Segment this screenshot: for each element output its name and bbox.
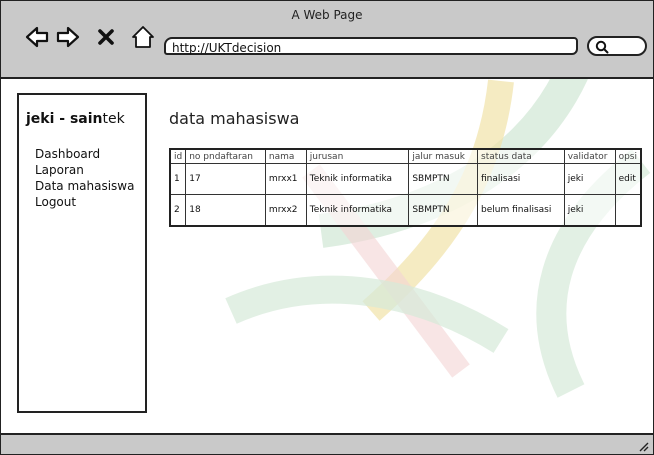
address-bar[interactable]: http://UKTdecision — [164, 37, 578, 55]
column-header: status data — [477, 148, 565, 164]
cell-validator: jeki — [563, 194, 616, 226]
browser-window: A Web Page http://UKTdecision jeki - sai… — [0, 0, 654, 455]
column-header: id — [169, 148, 187, 164]
column-header: no pndaftaran — [185, 148, 266, 164]
column-header: jurusan — [305, 148, 410, 164]
home-icon[interactable] — [131, 25, 155, 49]
column-header: opsi — [614, 148, 642, 164]
sidebar-item-logout[interactable]: Logout — [35, 194, 134, 210]
cell-validator: jeki — [563, 163, 616, 195]
table-header-row: id no pndaftaran nama jurusan jalur masu… — [169, 148, 642, 164]
sidebar-item-data-mahasiswa[interactable]: Data mahasiswa — [35, 178, 134, 194]
cell-jalur-masuk: SBMPTN — [408, 163, 478, 195]
page-title: data mahasiswa — [169, 109, 300, 128]
arrow-right-icon[interactable] — [56, 25, 80, 49]
cell-opsi — [614, 194, 642, 226]
sidebar-brand: jeki - saintek — [26, 111, 125, 127]
search-icon — [595, 40, 609, 54]
column-header: validator — [563, 148, 616, 164]
sidebar: jeki - saintek Dashboard Laporan Data ma… — [17, 93, 147, 413]
arrow-left-icon[interactable] — [25, 25, 49, 49]
column-header: nama — [264, 148, 307, 164]
status-bar — [1, 433, 653, 454]
window-title: A Web Page — [291, 8, 363, 22]
brand-text: jeki - sain — [26, 111, 103, 127]
cell-nama: mrxx1 — [264, 163, 307, 195]
column-header: jalur masuk — [408, 148, 478, 164]
brand-text-suffix: tek — [102, 111, 125, 127]
cell-no-pendaftaran: 17 — [185, 163, 266, 195]
cell-jurusan: Teknik informatika — [305, 163, 410, 195]
sidebar-item-laporan[interactable]: Laporan — [35, 162, 134, 178]
cell-no-pendaftaran: 18 — [185, 194, 266, 226]
cell-id: 1 — [169, 163, 187, 195]
table-row: 1 17 mrxx1 Teknik informatika SBMPTN fin… — [169, 163, 642, 195]
search-box[interactable] — [587, 36, 647, 56]
table-row: 2 18 mrxx2 Teknik informatika SBMPTN bel… — [169, 194, 642, 226]
sidebar-item-dashboard[interactable]: Dashboard — [35, 146, 134, 162]
cell-jurusan: Teknik informatika — [305, 194, 410, 226]
cell-nama: mrxx2 — [264, 194, 307, 226]
browser-titlebar: A Web Page http://UKTdecision — [1, 1, 653, 79]
resize-grip-icon[interactable] — [637, 440, 649, 452]
sidebar-menu: Dashboard Laporan Data mahasiswa Logout — [35, 146, 134, 210]
cell-status-data: finalisasi — [477, 163, 565, 195]
close-icon[interactable] — [97, 28, 115, 46]
cell-id: 2 — [169, 194, 187, 226]
cell-status-data: belum finalisasi — [477, 194, 565, 226]
mahasiswa-table: id no pndaftaran nama jurusan jalur masu… — [169, 148, 642, 227]
edit-link[interactable]: edit — [614, 163, 642, 195]
cell-jalur-masuk: SBMPTN — [408, 194, 478, 226]
